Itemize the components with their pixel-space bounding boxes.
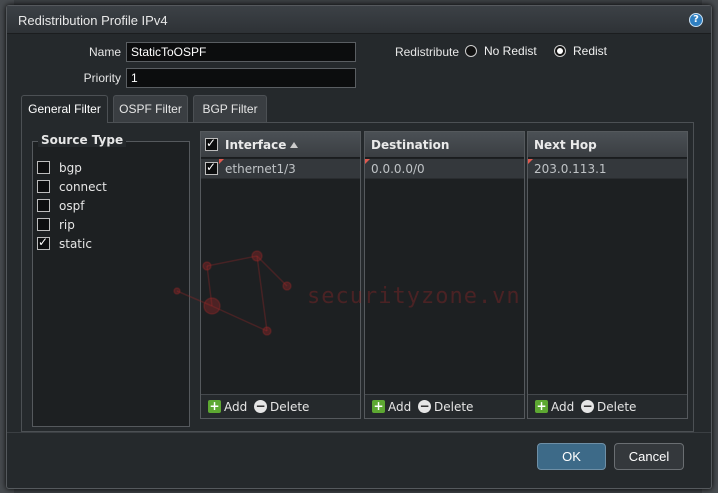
interface-add-button[interactable]: Add [224, 400, 247, 414]
tab-ospf-filter[interactable]: OSPF Filter [113, 95, 188, 122]
interface-column-header[interactable]: Interface [225, 138, 299, 152]
help-icon[interactable]: ? [689, 13, 703, 27]
source-bgp-checkbox[interactable] [37, 161, 50, 174]
destination-grid: Destination 0.0.0.0/0 + Add − Delete [364, 131, 525, 419]
redistribution-profile-dialog: Redistribution Profile IPv4 ? Name Stati… [6, 5, 712, 489]
destination-column-header[interactable]: Destination [371, 138, 449, 152]
source-bgp-label: bgp [59, 161, 82, 175]
interface-grid-header: Interface [201, 132, 360, 158]
destination-cell: 0.0.0.0/0 [371, 162, 425, 176]
tab-general-filter[interactable]: General Filter [21, 95, 108, 123]
table-row[interactable]: 0.0.0.0/0 [365, 159, 524, 179]
delete-icon[interactable]: − [581, 400, 594, 413]
priority-input[interactable]: 1 [126, 68, 356, 88]
interface-grid-footer: + Add − Delete [201, 394, 360, 418]
delete-icon[interactable]: − [418, 400, 431, 413]
redistribute-label: Redistribute [394, 45, 459, 59]
no-redist-radio[interactable] [465, 45, 477, 57]
interface-delete-button[interactable]: Delete [270, 400, 309, 414]
add-icon[interactable]: + [535, 400, 548, 413]
add-icon[interactable]: + [208, 400, 221, 413]
ok-button[interactable]: OK [537, 443, 606, 470]
general-filter-panel: Source Type bgp connect ospf rip static … [21, 122, 694, 432]
cancel-button[interactable]: Cancel [614, 443, 684, 470]
watermark-network-icon [173, 250, 292, 336]
nexthop-grid-header: Next Hop [528, 132, 687, 158]
delete-icon[interactable]: − [254, 400, 267, 413]
nexthop-cell: 203.0.113.1 [534, 162, 607, 176]
modified-flag-icon [528, 159, 533, 164]
interface-cell: ethernet1/3 [225, 162, 296, 176]
dialog-titlebar: Redistribution Profile IPv4 ? [7, 6, 711, 34]
destination-grid-header: Destination [365, 132, 524, 158]
table-row[interactable]: ethernet1/3 [201, 159, 360, 179]
name-label: Name [88, 45, 121, 59]
source-static-label: static [59, 237, 92, 251]
row-checkbox[interactable] [205, 160, 218, 175]
source-static-checkbox[interactable] [37, 235, 50, 250]
footer-divider [7, 432, 711, 433]
source-connect-label: connect [59, 180, 107, 194]
sort-ascending-icon [290, 142, 299, 148]
source-type-title: Source Type [38, 133, 127, 147]
source-rip-label: rip [59, 218, 75, 232]
modified-flag-icon [219, 159, 224, 164]
nexthop-delete-button[interactable]: Delete [597, 400, 636, 414]
nexthop-add-button[interactable]: Add [551, 400, 574, 414]
source-ospf-checkbox[interactable] [37, 199, 50, 212]
name-input[interactable]: StaticToOSPF [126, 42, 356, 62]
redist-label: Redist [573, 44, 608, 58]
modified-flag-icon [365, 159, 370, 164]
source-ospf-label: ospf [59, 199, 85, 213]
source-connect-checkbox[interactable] [37, 180, 50, 193]
nexthop-column-header[interactable]: Next Hop [534, 138, 597, 152]
dialog-title: Redistribution Profile IPv4 [18, 13, 168, 28]
table-row[interactable]: 203.0.113.1 [528, 159, 687, 179]
priority-label: Priority [83, 71, 121, 85]
interface-select-all-checkbox[interactable] [205, 136, 218, 151]
source-rip-checkbox[interactable] [37, 218, 50, 231]
destination-add-button[interactable]: Add [388, 400, 411, 414]
nexthop-grid: Next Hop 203.0.113.1 + Add − Delete [527, 131, 688, 419]
nexthop-grid-footer: + Add − Delete [528, 394, 687, 418]
no-redist-label: No Redist [484, 44, 537, 58]
watermark-text: securityzone.vn [307, 284, 521, 309]
add-icon[interactable]: + [372, 400, 385, 413]
redist-radio[interactable] [554, 45, 566, 57]
destination-delete-button[interactable]: Delete [434, 400, 473, 414]
destination-grid-footer: + Add − Delete [365, 394, 524, 418]
tab-bgp-filter[interactable]: BGP Filter [193, 95, 267, 122]
